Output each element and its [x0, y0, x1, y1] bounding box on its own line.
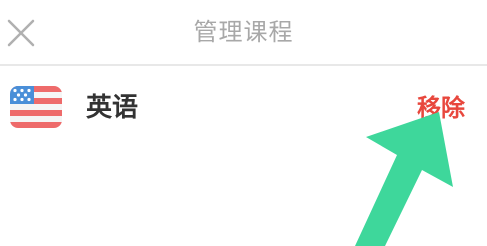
page-title: 管理课程 — [193, 18, 294, 46]
us-flag-icon — [10, 86, 62, 128]
remove-button[interactable]: 移除 — [417, 90, 465, 126]
top-bar: 管理课程 — [0, 0, 487, 66]
course-list-item: 英语 移除 — [0, 68, 487, 150]
course-name: 英语 — [86, 93, 139, 123]
